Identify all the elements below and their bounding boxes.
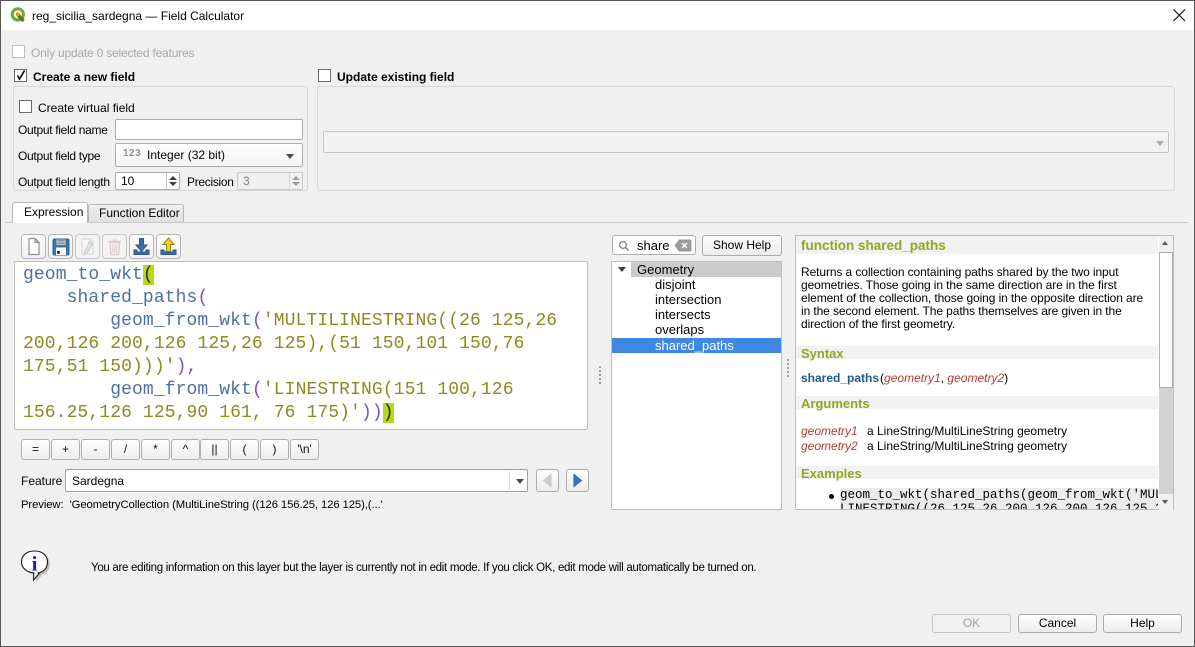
svg-text:i: i [32,552,38,576]
